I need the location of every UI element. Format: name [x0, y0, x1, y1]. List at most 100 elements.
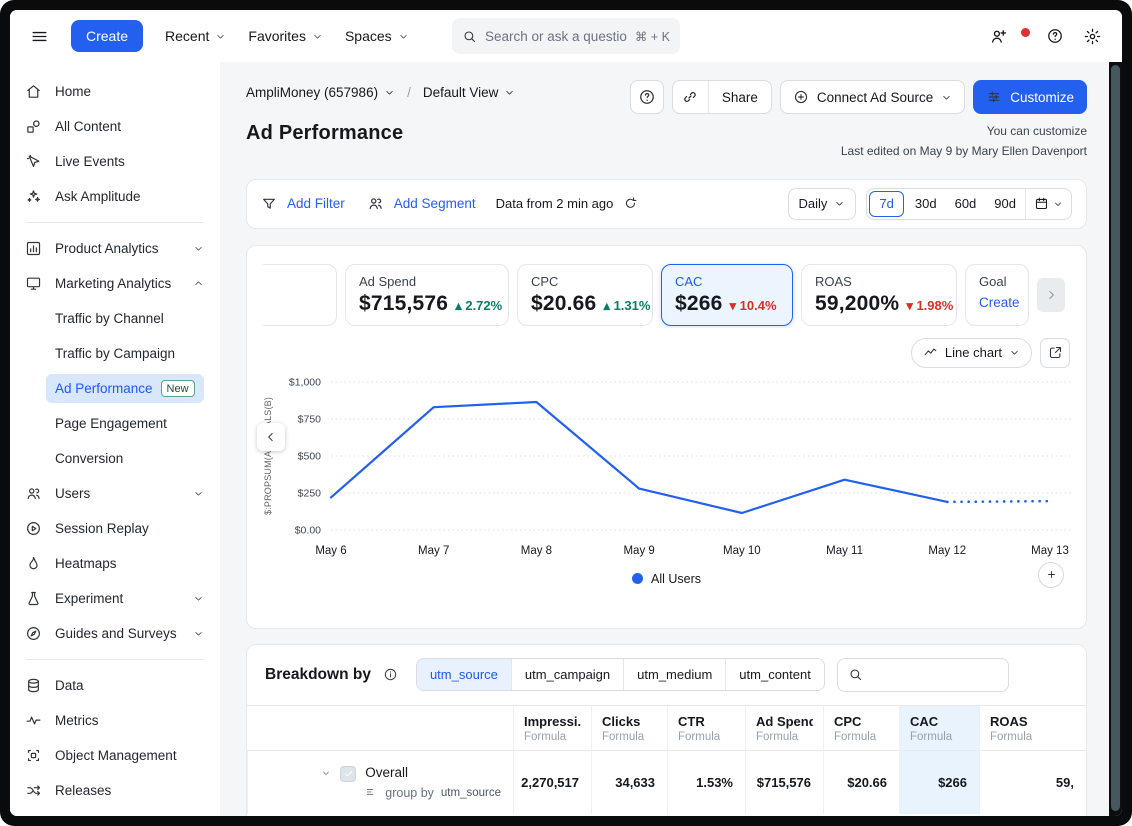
sidebar-item-guides-and-surveys[interactable]: Guides and Surveys	[10, 616, 220, 651]
add-filter-button[interactable]: Add Filter	[287, 196, 345, 211]
metric-label: CAC	[675, 274, 779, 289]
metric-card-cpc[interactable]: CPC$20.66▴ 1.31%	[517, 264, 653, 326]
vertical-scrollbar-thumb[interactable]	[1111, 65, 1120, 811]
granularity-select[interactable]: Daily	[788, 188, 857, 220]
table-cell[interactable]: $266	[899, 750, 979, 814]
breakdown-tab-utm_medium[interactable]: utm_medium	[623, 659, 725, 690]
copy-link-icon[interactable]	[673, 81, 709, 113]
sidebar-item-ask-amplitude[interactable]: Ask Amplitude	[10, 179, 220, 214]
breakdown-tab-utm_content[interactable]: utm_content	[725, 659, 824, 690]
metrics-prev-button[interactable]	[257, 423, 285, 451]
breadcrumb-view[interactable]: Default View	[423, 85, 516, 100]
column-header-ctr[interactable]: CTRFormula	[667, 706, 745, 750]
table-cell[interactable]: $20.66	[823, 750, 899, 814]
chevron-down-icon	[193, 593, 204, 604]
spaces-menu-label: Spaces	[345, 28, 392, 44]
sidebar-item-marketing-analytics[interactable]: Marketing Analytics	[10, 266, 220, 301]
breakdown-tab-utm_campaign[interactable]: utm_campaign	[511, 659, 623, 690]
add-segment-button[interactable]: Add Segment	[394, 196, 476, 211]
line-chart[interactable]: $1,000$750$500$250$0.00May 6May 7May 8Ma…	[273, 370, 1080, 566]
sidebar-item-traffic-by-channel[interactable]: Traffic by Channel	[10, 301, 220, 336]
sidebar-item-conversion[interactable]: Conversion	[10, 441, 220, 476]
row-expand-chevron-icon[interactable]	[321, 768, 331, 778]
table-cell[interactable]: 2,270,517	[513, 750, 591, 814]
sidebar-item-data[interactable]: Data	[10, 668, 220, 703]
column-header-impressi-[interactable]: Impressi...Formula	[513, 706, 591, 750]
sidebar-item-experiment[interactable]: Experiment	[10, 581, 220, 616]
breadcrumb-project[interactable]: AmpliMoney (657986)	[246, 85, 395, 100]
connect-ad-source-button[interactable]: Connect Ad Source	[780, 80, 965, 114]
range-option-90d[interactable]: 90d	[985, 189, 1025, 219]
column-header-cac[interactable]: CACFormula	[899, 706, 979, 750]
chart-add-button[interactable]	[1038, 562, 1064, 588]
hamburger-menu-icon[interactable]	[30, 27, 49, 46]
range-option-60d[interactable]: 60d	[946, 189, 986, 219]
recent-menu[interactable]: Recent	[165, 28, 226, 44]
sidebar-item-heatmaps[interactable]: Heatmaps	[10, 546, 220, 581]
breakdown-tab-utm_source[interactable]: utm_source	[417, 659, 511, 690]
customize-button[interactable]: Customize	[973, 80, 1087, 114]
metric-card-cac[interactable]: CAC$266▾ 10.4%	[661, 264, 793, 326]
sidebar-item-all-content[interactable]: All Content	[10, 109, 220, 144]
breakdown-search-input[interactable]	[871, 667, 998, 682]
svg-text:May 6: May 6	[315, 545, 346, 557]
sidebar-item-live-events[interactable]: Live Events	[10, 144, 220, 179]
sidebar-item-users[interactable]: Users	[10, 476, 220, 511]
open-chart-button[interactable]	[1040, 338, 1070, 368]
row-checkbox[interactable]	[340, 766, 356, 782]
settings-gear-icon[interactable]	[1083, 27, 1102, 46]
compass-icon	[25, 625, 42, 642]
table-cell[interactable]: $715,576	[745, 750, 823, 814]
share-button[interactable]: Share	[709, 81, 771, 113]
sidebar-item-releases[interactable]: Releases	[10, 773, 220, 808]
sidebar-item-ad-performance[interactable]: Ad PerformanceNew	[10, 371, 220, 406]
sidebar-item-label: Guides and Surveys	[55, 626, 177, 641]
spaces-menu[interactable]: Spaces	[345, 28, 409, 44]
chart-type-select[interactable]: Line chart	[911, 338, 1032, 368]
metrics-next-button[interactable]	[1037, 278, 1065, 312]
metric-card-roas[interactable]: ROAS59,200%▾ 1.98%	[801, 264, 957, 326]
column-header-roas[interactable]: ROASFormula	[979, 706, 1086, 750]
favorites-menu[interactable]: Favorites	[248, 28, 323, 44]
help-button[interactable]	[630, 80, 664, 114]
app-window: Create Recent Favorites Spaces ⌘ + K Hom…	[10, 10, 1122, 816]
global-search[interactable]: ⌘ + K	[452, 18, 680, 54]
table-cell[interactable]: 59,	[979, 750, 1086, 814]
date-range-calendar-button[interactable]	[1025, 189, 1071, 219]
sidebar-item-object-management[interactable]: Object Management	[10, 738, 220, 773]
column-header-cpc[interactable]: CPCFormula	[823, 706, 899, 750]
range-option-30d[interactable]: 30d	[906, 189, 946, 219]
help-icon[interactable]	[1046, 27, 1064, 45]
sidebar-item-traffic-by-campaign[interactable]: Traffic by Campaign	[10, 336, 220, 371]
range-option-7d[interactable]: 7d	[869, 191, 903, 217]
sidebar: HomeAll ContentLive EventsAsk Amplitude P…	[10, 62, 220, 816]
breakdown-search[interactable]	[837, 658, 1009, 692]
svg-text:May 12: May 12	[928, 545, 966, 557]
chart-legend[interactable]: All Users	[263, 572, 1070, 586]
refresh-icon[interactable]	[623, 196, 638, 211]
vertical-scrollbar[interactable]	[1109, 62, 1122, 816]
metric-card-goal[interactable]: GoalCreate	[965, 264, 1029, 326]
metric-card-partial[interactable]: %▾ 0.53%	[263, 264, 337, 326]
goal-create-link[interactable]: Create	[979, 295, 1015, 310]
metric-card-ad-spend[interactable]: Ad Spend$715,576▴ 2.72%	[345, 264, 509, 326]
search-input[interactable]	[485, 29, 627, 44]
create-button[interactable]: Create	[71, 20, 143, 52]
favorites-menu-label: Favorites	[248, 28, 306, 44]
add-user-icon[interactable]	[989, 27, 1008, 46]
sidebar-item-label: Traffic by Campaign	[55, 346, 175, 361]
table-cell[interactable]: 1.53%	[667, 750, 745, 814]
share-button-group[interactable]: Share	[672, 80, 772, 114]
pulse-icon	[25, 712, 42, 729]
column-header-ad-spend[interactable]: Ad SpendFormula	[745, 706, 823, 750]
sidebar-item-product-analytics[interactable]: Product Analytics	[10, 231, 220, 266]
group-by-value[interactable]: utm_source	[441, 787, 501, 799]
sidebar-item-page-engagement[interactable]: Page Engagement	[10, 406, 220, 441]
column-header-clicks[interactable]: ClicksFormula	[591, 706, 667, 750]
table-cell[interactable]: 34,633	[591, 750, 667, 814]
sidebar-item-metrics[interactable]: Metrics	[10, 703, 220, 738]
sidebar-item-home[interactable]: Home	[10, 74, 220, 109]
info-icon[interactable]	[383, 667, 398, 682]
sidebar-item-session-replay[interactable]: Session Replay	[10, 511, 220, 546]
svg-text:$0.00: $0.00	[295, 524, 321, 536]
